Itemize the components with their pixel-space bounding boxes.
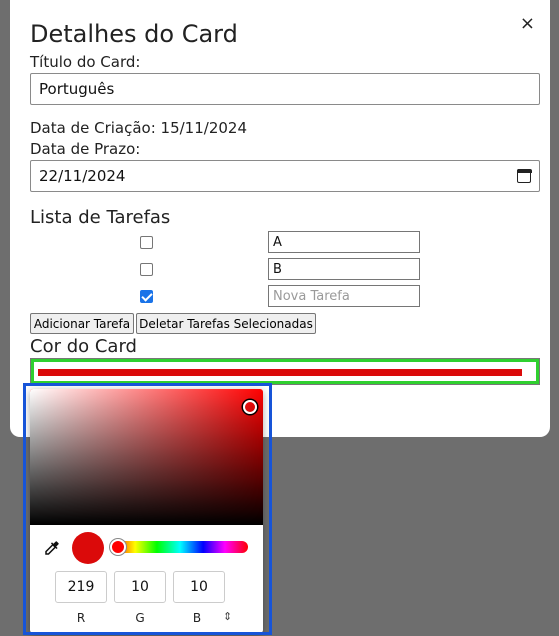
color-swatch: [38, 369, 522, 376]
card-title-input[interactable]: Português: [30, 73, 540, 105]
task-input-a[interactable]: A: [268, 231, 420, 253]
task-checkbox-a[interactable]: [140, 236, 153, 249]
task-list-heading: Lista de Tarefas: [30, 207, 171, 228]
due-date-label: Data de Prazo:: [30, 140, 141, 158]
task-checkbox-new[interactable]: [140, 290, 153, 303]
new-task-input[interactable]: Nova Tarefa: [268, 285, 420, 307]
picker-highlight-frame: [23, 383, 272, 635]
task-checkbox-b[interactable]: [140, 263, 153, 276]
delete-selected-tasks-button[interactable]: Deletar Tarefas Selecionadas: [136, 313, 316, 334]
modal-title: Detalhes do Card: [30, 20, 238, 48]
new-task-placeholder: Nova Tarefa: [273, 288, 350, 304]
card-title-value: Português: [39, 80, 115, 98]
task-input-b[interactable]: B: [268, 258, 420, 280]
card-color-label: Cor do Card: [30, 336, 137, 357]
task-value-b: B: [273, 261, 282, 277]
due-date-input[interactable]: 22/11/2024: [30, 160, 540, 192]
task-value-a: A: [273, 234, 282, 250]
creation-date-text: Data de Criação: 15/11/2024: [30, 119, 247, 137]
close-button[interactable]: ×: [520, 14, 535, 34]
due-date-value: 22/11/2024: [39, 167, 126, 185]
card-title-label: Título do Card:: [30, 53, 141, 71]
add-task-button[interactable]: Adicionar Tarefa: [30, 313, 134, 334]
calendar-icon[interactable]: [516, 168, 532, 183]
